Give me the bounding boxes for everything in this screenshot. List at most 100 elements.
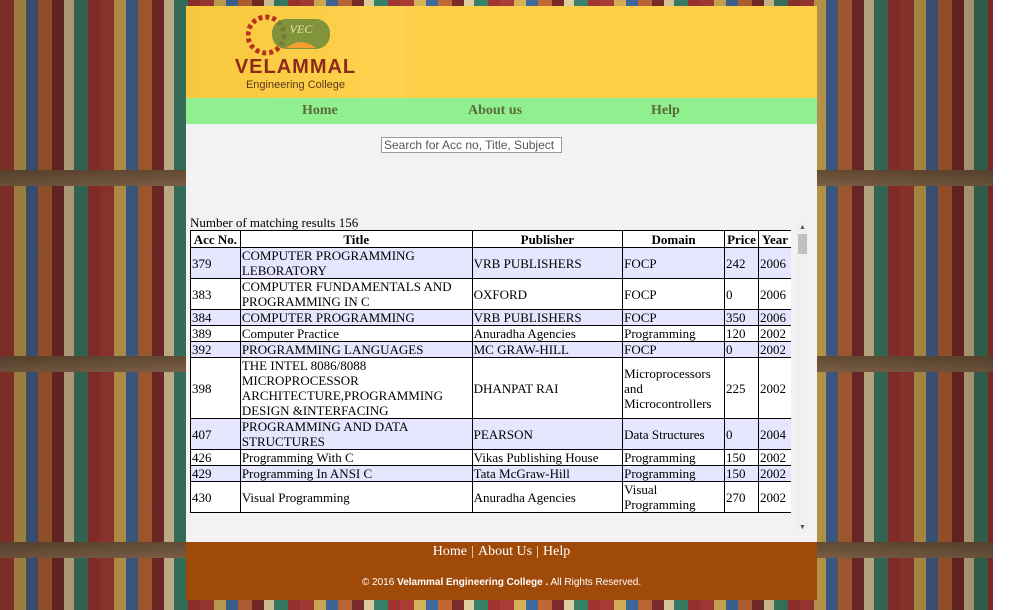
- cell-year: 2002: [758, 449, 791, 466]
- cell-acc: 429: [190, 465, 241, 482]
- cell-title: Computer Practice: [239, 325, 473, 342]
- table-row[interactable]: 407 PROGRAMMING AND DATA STRUCTURES PEARSO…: [190, 418, 791, 450]
- cell-acc: 384: [190, 309, 241, 326]
- cell-publisher: VRB PUBLISHERS: [471, 247, 624, 279]
- column-header-publisher[interactable]: Publisher: [471, 230, 624, 248]
- cell-domain: Data Structures: [622, 418, 726, 450]
- footer-about-link[interactable]: About Us: [478, 544, 532, 559]
- cell-title: COMPUTER PROGRAMMING LEBORATORY: [239, 247, 473, 279]
- cell-title: COMPUTER PROGRAMMING: [239, 309, 473, 326]
- scrollbar-thumb[interactable]: [798, 234, 807, 254]
- cell-publisher: Vikas Publishing House: [471, 449, 624, 466]
- cell-publisher: Tata McGraw-Hill: [471, 465, 624, 482]
- table-row[interactable]: 429 Programming In ANSI C Tata McGraw-Hill…: [190, 465, 791, 482]
- cell-acc: 392: [190, 341, 241, 358]
- table-row[interactable]: 398 THE INTEL 8086/8088 MICROPROCESSOR AR…: [190, 357, 791, 419]
- cell-publisher: OXFORD: [471, 278, 624, 310]
- cell-price: 0: [724, 418, 759, 450]
- cell-title: COMPUTER FUNDAMENTALS AND PROGRAMMING IN…: [239, 278, 473, 310]
- nav-help-link[interactable]: Help: [651, 103, 680, 119]
- cell-year: 2006: [758, 278, 791, 310]
- footer-links: Home About Us Help: [186, 544, 817, 560]
- cell-title: PROGRAMMING LANGUAGES: [239, 341, 473, 358]
- cell-acc: 389: [190, 325, 241, 342]
- page-container: VEC VELAMMAL Engineering College Home Ab…: [186, 6, 817, 600]
- results-scrollbar[interactable]: ▲ ▼: [796, 222, 809, 532]
- cell-domain: FOCP: [622, 309, 726, 326]
- cell-acc: 383: [190, 278, 241, 310]
- cell-publisher: Anuradha Agencies: [471, 325, 624, 342]
- results-table: Acc No. Title Publisher Domain Price Yea…: [190, 230, 791, 513]
- top-navigation: Home About us Help: [186, 98, 817, 124]
- cell-publisher: DHANPAT RAI: [471, 357, 624, 419]
- nav-home-link[interactable]: Home: [302, 103, 338, 119]
- footer-separator: [471, 545, 473, 558]
- cell-year: 2006: [758, 309, 791, 326]
- results-table-scroll[interactable]: Acc No. Title Publisher Domain Price Yea…: [190, 230, 791, 532]
- cell-title: Programming With C: [239, 449, 473, 466]
- cell-year: 2004: [758, 418, 791, 450]
- footer: Home About Us Help © 2016 Velammal Enginee…: [186, 542, 817, 600]
- results-panel: Number of matching results 156 Acc No. T…: [190, 215, 809, 532]
- cell-domain: FOCP: [622, 341, 726, 358]
- cell-acc: 398: [190, 357, 241, 419]
- emblem-text: VEC: [290, 22, 314, 36]
- cell-acc: 379: [190, 247, 241, 279]
- cell-acc: 426: [190, 449, 241, 466]
- cell-domain: Microprocessors and Microcontrollers: [622, 357, 726, 419]
- cell-price: 150: [724, 449, 759, 466]
- scroll-down-arrow-icon[interactable]: ▼: [796, 522, 809, 532]
- cell-year: 2002: [758, 341, 791, 358]
- table-row[interactable]: 379 COMPUTER PROGRAMMING LEBORATORY VRB PU…: [190, 247, 791, 279]
- cell-price: 242: [724, 247, 759, 279]
- cell-publisher: VRB PUBLISHERS: [471, 309, 624, 326]
- cell-publisher: Anuradha Agencies: [471, 481, 624, 513]
- cell-domain: Programming: [622, 465, 726, 482]
- column-header-year[interactable]: Year: [758, 230, 791, 248]
- college-emblem-icon: VEC: [246, 14, 330, 56]
- table-header-row: Acc No. Title Publisher Domain Price Yea…: [190, 230, 791, 248]
- footer-help-link[interactable]: Help: [543, 544, 570, 559]
- table-row[interactable]: 383 COMPUTER FUNDAMENTALS AND PROGRAMMING…: [190, 278, 791, 310]
- copyright-name: Velammal Engineering College .: [397, 577, 549, 588]
- table-row[interactable]: 430 Visual Programming Anuradha Agencies Vi…: [190, 481, 791, 513]
- cell-title: PROGRAMMING AND DATA STRUCTURES: [239, 418, 473, 450]
- cell-domain: FOCP: [622, 247, 726, 279]
- copyright-prefix: © 2016: [361, 577, 395, 588]
- header-banner: VEC VELAMMAL Engineering College: [186, 6, 817, 98]
- table-row[interactable]: 426 Programming With C Vikas Publishing Ho…: [190, 449, 791, 466]
- footer-separator: [537, 545, 539, 558]
- search-area: [186, 124, 817, 229]
- column-header-title[interactable]: Title: [239, 230, 473, 248]
- cell-publisher: MC GRAW-HILL: [471, 341, 624, 358]
- cell-domain: Programming: [622, 449, 726, 466]
- cell-price: 0: [724, 341, 759, 358]
- cell-domain: Visual Programming: [622, 481, 726, 513]
- cell-title: Visual Programming: [239, 481, 473, 513]
- college-name: VELAMMAL: [234, 56, 357, 78]
- footer-home-link[interactable]: Home: [433, 544, 467, 559]
- cell-publisher: PEARSON: [471, 418, 624, 450]
- column-header-acc[interactable]: Acc No.: [190, 230, 241, 248]
- results-count: Number of matching results 156: [190, 215, 359, 230]
- table-row[interactable]: 384 COMPUTER PROGRAMMING VRB PUBLISHERS FOC…: [190, 309, 791, 326]
- column-header-price[interactable]: Price: [724, 230, 759, 248]
- cell-title: Programming In ANSI C: [239, 465, 473, 482]
- cell-title: THE INTEL 8086/8088 MICROPROCESSOR ARCHI…: [239, 357, 473, 419]
- cell-year: 2002: [758, 481, 791, 513]
- nav-about-link[interactable]: About us: [468, 103, 522, 119]
- copyright-suffix: All Rights Reserved.: [550, 577, 642, 588]
- cell-price: 0: [724, 278, 759, 310]
- college-logo[interactable]: VEC VELAMMAL Engineering College: [186, 6, 405, 98]
- cell-year: 2002: [758, 325, 791, 342]
- scroll-up-arrow-icon[interactable]: ▲: [796, 222, 809, 232]
- table-row[interactable]: 392 PROGRAMMING LANGUAGES MC GRAW-HILL FOCP…: [190, 341, 791, 358]
- cell-price: 150: [724, 465, 759, 482]
- search-input[interactable]: [381, 137, 562, 153]
- cell-acc: 430: [190, 481, 241, 513]
- table-row[interactable]: 389 Computer Practice Anuradha Agencies Pro…: [190, 325, 791, 342]
- column-header-domain[interactable]: Domain: [622, 230, 726, 248]
- copyright-text: © 2016 Velammal Engineering College . Al…: [186, 577, 817, 588]
- cell-price: 270: [724, 481, 759, 513]
- cell-price: 225: [724, 357, 759, 419]
